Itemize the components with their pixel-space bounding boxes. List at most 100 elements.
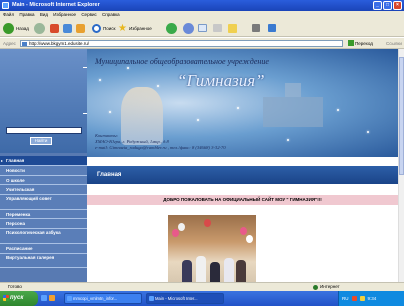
balloon [240, 227, 247, 235]
search-button[interactable]: Поиск [92, 22, 115, 34]
menu-tools[interactable]: Сервис [81, 12, 96, 17]
window-title-bar[interactable]: Main - Microsoft Internet Explorer _ □ × [0, 0, 404, 11]
menu-edit[interactable]: Правка [19, 12, 34, 17]
favorites-label: Избранное [128, 25, 152, 31]
address-input[interactable]: http://www.bkgym1.edusite.ru/ [20, 40, 343, 47]
start-button[interactable]: пуск [0, 291, 38, 306]
banner-subtitle: Муниципальное общеобразовательное учрежд… [95, 57, 269, 66]
menu-file[interactable]: Файл [3, 12, 14, 17]
nav-menu: Главная Новости О школе Учительская Упра… [0, 156, 87, 269]
history-icon [183, 22, 194, 34]
back-button[interactable]: Назад [3, 22, 29, 34]
photo-person [196, 256, 206, 282]
balloon [178, 223, 185, 231]
research-button[interactable] [268, 22, 276, 34]
messenger-icon [252, 24, 260, 32]
home-icon [76, 23, 85, 33]
banner-building-image [263, 83, 323, 127]
status-text: Готово [8, 284, 22, 289]
page-title: Главная [87, 166, 398, 184]
nav-item-persona[interactable]: Персона [0, 219, 87, 230]
contacts-email: e-mail: Gimnazia_raduga@rambler.ru , тел… [95, 144, 226, 150]
back-arrow-icon [3, 22, 14, 34]
nav-item-schedule[interactable]: Расписание [0, 243, 87, 254]
school-photo [168, 215, 256, 282]
language-indicator[interactable]: RU [342, 291, 349, 306]
balloon [204, 219, 211, 227]
media-icon [166, 22, 177, 34]
balloon [246, 235, 253, 243]
banner-contacts: Контакты: ХМАО-Югра, г. Радужный, 1мкр.,… [95, 133, 226, 150]
sparkle [127, 67, 129, 69]
links-button[interactable]: Ссылки [386, 41, 402, 46]
address-bar: Адрес http://www.bkgym1.edusite.ru/ Пере… [0, 38, 404, 49]
nav-item-gallery[interactable]: Виртуальная галерея [0, 253, 87, 269]
media-button[interactable] [166, 22, 177, 34]
messenger-button[interactable] [252, 22, 260, 34]
go-arrow-icon [348, 40, 354, 46]
menu-favorites[interactable]: Избранное [53, 12, 76, 17]
photo-person [210, 262, 220, 282]
security-zone: Интернет [313, 283, 340, 291]
nav-item-news[interactable]: Новости [0, 165, 87, 176]
photo-person [182, 260, 192, 282]
close-button[interactable]: × [393, 1, 402, 10]
nav-item-council[interactable]: Управляющий совет [0, 195, 87, 210]
page-icon [22, 42, 27, 46]
menu-view[interactable]: Вид [40, 12, 48, 17]
menu-help[interactable]: Справка [102, 12, 120, 17]
refresh-button[interactable] [63, 22, 72, 34]
nav-item-psychology[interactable]: Психологическая азбука [0, 229, 87, 244]
photo-person [236, 260, 246, 282]
mail-button[interactable] [198, 22, 207, 34]
print-button[interactable] [213, 22, 222, 34]
sparkle [99, 79, 101, 81]
refresh-icon [63, 23, 72, 33]
stop-icon [50, 23, 59, 33]
quick-launch [41, 295, 55, 301]
vertical-scrollbar[interactable] [398, 49, 404, 282]
site-banner: Муниципальное общеобразовательное учрежд… [87, 49, 398, 157]
globe-icon [313, 284, 318, 290]
toolbar: Назад Поиск ★ Избранное [0, 19, 404, 37]
favorites-button[interactable]: ★ Избранное [118, 22, 152, 34]
nav-item-teachers[interactable]: Учительская [0, 185, 87, 196]
scrollbar-thumb[interactable] [399, 57, 404, 175]
search-input[interactable] [6, 127, 82, 134]
sparkle [237, 107, 239, 109]
address-url: http://www.bkgym1.edusite.ru/ [29, 41, 90, 46]
forward-arrow-icon [34, 22, 45, 34]
photo-person [224, 258, 234, 282]
clock: 9:34 [367, 296, 377, 301]
sparkle [157, 85, 159, 87]
minimize-button[interactable]: _ [373, 1, 382, 10]
window-title: Main - Microsoft Internet Explorer [12, 2, 100, 8]
history-button[interactable] [183, 22, 194, 34]
menu-bar: Файл Правка Вид Избранное Сервис Справка [0, 11, 404, 19]
search-label: Поиск [103, 25, 116, 31]
taskbar-item-document[interactable]: mmcopi_vmlmtn_infor... [64, 293, 142, 304]
address-label: Адрес [3, 41, 16, 46]
taskbar: пуск mmcopi_vmlmtn_infor... Main - Micro… [0, 291, 404, 306]
go-button[interactable]: Переход [348, 40, 373, 46]
taskbar-item-browser[interactable]: Main - Microsoft Inter... [146, 293, 224, 304]
nav-item-about[interactable]: О школе [0, 175, 87, 186]
maximize-button[interactable]: □ [383, 1, 392, 10]
star-icon: ★ [118, 22, 127, 34]
nav-item-home[interactable]: Главная [0, 156, 87, 166]
nav-item-break[interactable]: Переменка [0, 209, 87, 220]
edit-button[interactable] [228, 22, 237, 34]
banner-title: “Гимназия” [177, 71, 265, 90]
tray-icon[interactable] [351, 296, 357, 301]
sparkle [287, 139, 289, 141]
sparkle [337, 109, 339, 111]
ie-quicklaunch-icon[interactable] [41, 295, 47, 301]
balloon [172, 229, 179, 237]
home-button[interactable] [76, 22, 85, 34]
tray-icon[interactable] [359, 296, 365, 301]
folder-quicklaunch-icon[interactable] [49, 295, 55, 301]
forward-button[interactable] [34, 22, 45, 34]
search-submit-button[interactable]: Найти [30, 137, 52, 145]
stop-button[interactable] [50, 22, 59, 34]
sparkle [367, 131, 369, 133]
